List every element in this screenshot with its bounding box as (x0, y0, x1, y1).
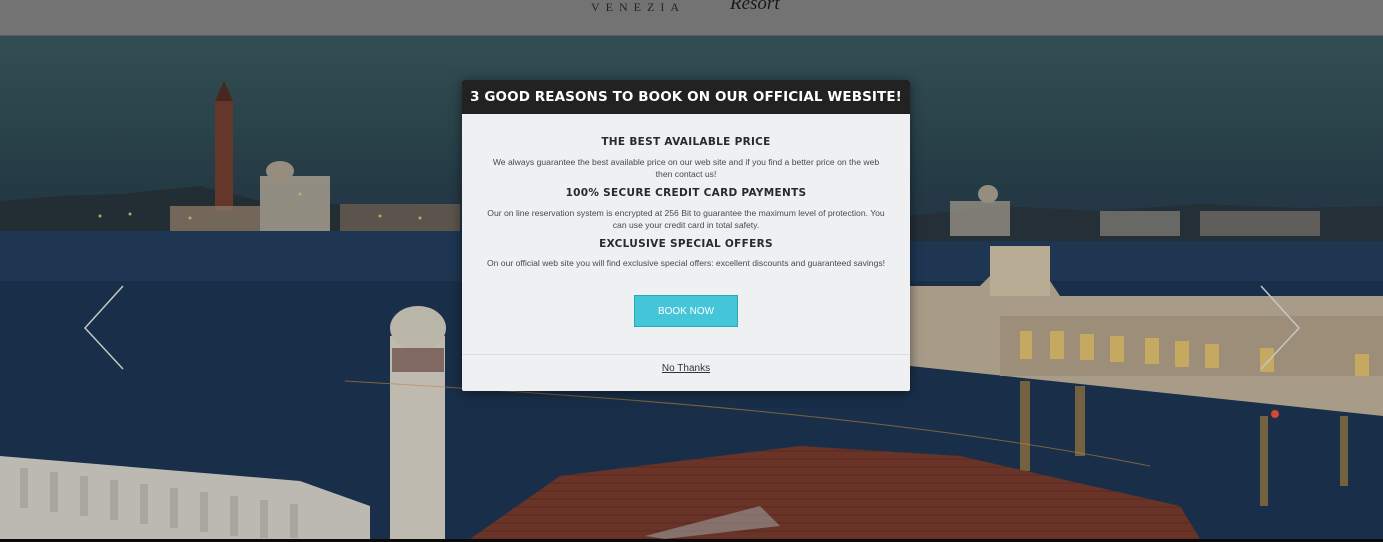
booking-reasons-modal: 3 GOOD REASONS TO BOOK ON OUR OFFICIAL W… (462, 80, 910, 391)
reason-text-secure: Our on line reservation system is encryp… (487, 208, 885, 230)
reason-title-offers: EXCLUSIVE SPECIAL OFFERS (599, 238, 773, 250)
reason-text-offers: On our official web site you will find e… (486, 258, 886, 268)
reason-text-price: We always guarantee the best available p… (492, 157, 880, 179)
book-now-button[interactable]: BOOK NOW (634, 295, 738, 327)
reason-title-price: THE BEST AVAILABLE PRICE (601, 136, 771, 148)
reason-title-secure: 100% SECURE CREDIT CARD PAYMENTS (565, 187, 807, 199)
modal-divider (462, 354, 910, 355)
no-thanks-link[interactable]: No Thanks (662, 363, 710, 374)
no-thanks-row: No Thanks (462, 363, 910, 374)
modal-title: 3 GOOD REASONS TO BOOK ON OUR OFFICIAL W… (462, 80, 910, 114)
